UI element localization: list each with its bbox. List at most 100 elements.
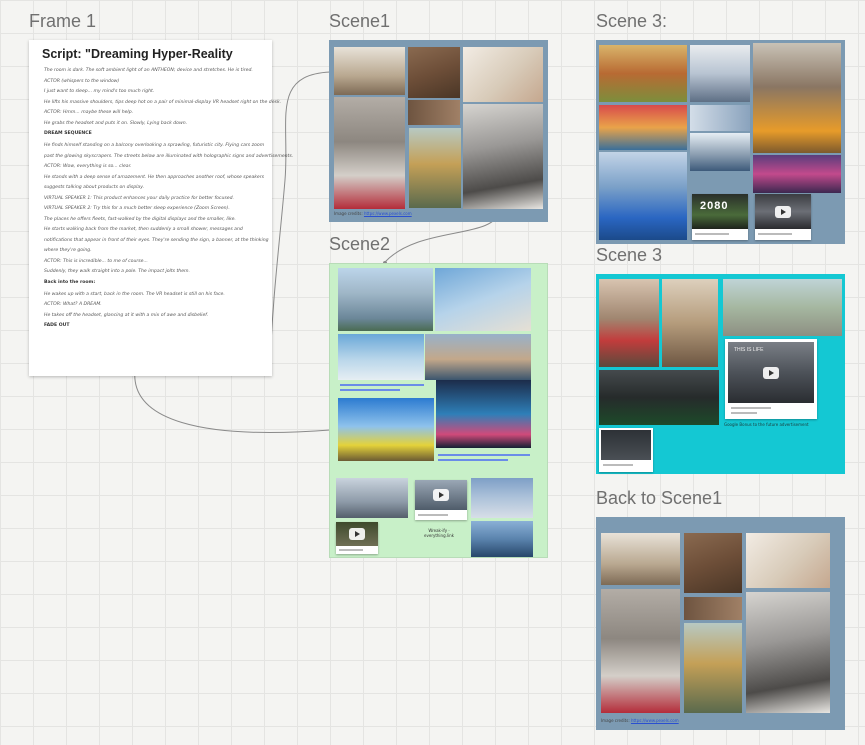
scene1-caption: Image credits: https://www.pexels.com xyxy=(334,211,412,216)
script-line: He starts walking back from the market, … xyxy=(44,227,243,232)
back-image-lamp-room[interactable] xyxy=(684,623,742,713)
scene3a-image-store-shelves[interactable] xyxy=(690,45,750,102)
script-line: notifications that appear in front of th… xyxy=(44,237,269,243)
script-line: FADE OUT xyxy=(44,323,70,328)
back-image-tv-cabinet[interactable] xyxy=(684,533,742,593)
scene2-image-city-night[interactable] xyxy=(471,521,533,557)
scene3a-video-thumb-2 xyxy=(755,194,811,229)
scene2-image-skyline[interactable] xyxy=(336,478,408,518)
script-line: where they're going. xyxy=(44,248,92,253)
script-line: He lifts his massive shoulders, tips dee… xyxy=(44,99,282,105)
back-image-man-sleeping[interactable] xyxy=(746,533,830,588)
scene1-image-woman-couch[interactable] xyxy=(334,97,405,209)
scene2-board[interactable]: Wreak-ify · everything.link xyxy=(329,263,548,558)
scene3b-image-ar-street[interactable] xyxy=(599,370,719,425)
connector-frame1-scene2[interactable] xyxy=(134,369,331,433)
video-title-2080: 2080 xyxy=(700,200,729,212)
back-caption-link[interactable]: https://www.pexels.com xyxy=(631,718,679,723)
script-line: VIRTUAL SPEAKER 2: Try this for a much b… xyxy=(44,206,230,211)
play-icon[interactable] xyxy=(775,205,791,218)
play-icon[interactable] xyxy=(433,489,449,501)
script-line: ACTOR: Hmm... maybe these will help. xyxy=(44,110,134,115)
connector-frame1-scene1[interactable] xyxy=(269,71,331,371)
scene3a-video-card-1[interactable]: 2080 xyxy=(692,194,748,240)
script-line: past the glowing skyscrapers. The street… xyxy=(44,153,294,159)
scene3b-video-card-2[interactable] xyxy=(599,428,653,472)
video-meta xyxy=(758,233,792,235)
scene1-image-window-room[interactable] xyxy=(334,47,405,95)
script-line: I just want to sleep... my mind's too mu… xyxy=(44,89,155,94)
script-line: Suddenly, they walk straight into a pole… xyxy=(44,269,190,274)
video-title-this-is-life: THIS IS LIFE xyxy=(734,347,764,353)
script-line: VIRTUAL SPEAKER 1: This product enhances… xyxy=(44,195,234,201)
scene1-caption-link[interactable]: https://www.pexels.com xyxy=(364,211,412,216)
play-icon[interactable] xyxy=(763,366,779,379)
scene3a-image-woman-cart[interactable] xyxy=(753,43,841,153)
script-line: He finds himself standing on a balcony o… xyxy=(44,143,265,148)
scene1-caption-prefix: Image credits: xyxy=(334,211,363,216)
scene2-link-1[interactable] xyxy=(340,384,424,386)
back-image-window-room[interactable] xyxy=(601,533,680,585)
back-board[interactable]: Image credits: https://www.pexels.com xyxy=(596,517,845,730)
back-image-woman-couch[interactable] xyxy=(601,589,680,713)
script-title: Script: "Dreaming Hyper-Reality xyxy=(42,47,233,61)
scene2-video-card-2[interactable] xyxy=(336,522,378,554)
script-line: He stands with a deep sense of amazement… xyxy=(44,174,265,180)
scene2-image-flying-car[interactable] xyxy=(338,334,424,380)
scene2-image-yellow-drone[interactable] xyxy=(338,398,434,461)
scene2-link-4[interactable] xyxy=(438,459,508,461)
scene2-image-drone[interactable] xyxy=(471,478,533,518)
scene3a-image-fruit-shelves[interactable] xyxy=(599,105,687,150)
script-line: He grabs the headset and puts it on. Slo… xyxy=(44,120,188,126)
script-line: The room is dark. The soft ambient light… xyxy=(44,68,253,73)
script-line: DREAM SEQUENCE xyxy=(44,131,92,136)
scene3a-image-cashier[interactable] xyxy=(690,133,750,171)
video-meta xyxy=(695,233,729,235)
scene3a-image-grocery-aisle[interactable] xyxy=(599,45,687,102)
scene3a-image-checkout[interactable] xyxy=(690,105,750,131)
script-line: ACTOR: What? A DREAM. xyxy=(44,302,102,307)
scene3b-image-dog-walk[interactable] xyxy=(723,279,842,336)
scene2-image-neon-city[interactable] xyxy=(436,380,531,448)
script-line: Back into the room: xyxy=(44,279,96,285)
video-meta xyxy=(418,514,448,516)
scene3b-video-thumb-2 xyxy=(601,430,651,460)
scene2-image-drones-sky[interactable] xyxy=(425,334,531,380)
scene3a-image-robot-aisle[interactable] xyxy=(599,152,687,240)
scene3b-image-street-sign[interactable] xyxy=(599,279,659,367)
scene3a-board[interactable]: 2080 xyxy=(596,40,845,244)
scene1-image-tv-cabinet[interactable] xyxy=(408,47,460,98)
scene2-link-2[interactable] xyxy=(340,389,400,391)
script-line: ACTOR: This is incredible... to me of co… xyxy=(44,258,148,264)
scene2-image-woman-drone[interactable] xyxy=(435,268,531,331)
play-icon[interactable] xyxy=(349,528,365,540)
scene2-video-card-1[interactable] xyxy=(415,480,467,520)
scene2-image-city-towers[interactable] xyxy=(338,268,433,331)
scene1-image-table[interactable] xyxy=(408,100,460,125)
scene1-image-vr-headset[interactable] xyxy=(463,104,543,209)
scene3b-board[interactable]: THIS IS LIFE Google Bonus to the future … xyxy=(596,274,845,474)
scene3b-video-card-1[interactable]: THIS IS LIFE xyxy=(725,339,817,419)
back-image-vr-headset[interactable] xyxy=(746,592,830,713)
back-caption-prefix: Image credits: xyxy=(601,718,630,723)
scene1-image-man-sleeping[interactable] xyxy=(463,47,543,102)
scene1-board[interactable]: Image credits: https://www.pexels.com xyxy=(329,40,548,222)
scene3a-video-card-2[interactable] xyxy=(755,194,811,240)
scene2-caption: Wreak-ify · everything.link xyxy=(424,528,454,538)
scene1-image-lamp-room[interactable] xyxy=(409,128,461,208)
script-document[interactable]: Script: "Dreaming Hyper-Reality The room… xyxy=(29,40,293,376)
video-meta xyxy=(731,407,771,409)
scene2-link-3[interactable] xyxy=(438,454,530,456)
scene3b-image-woman-phone[interactable] xyxy=(662,279,718,367)
scene3a-video-thumb-1: 2080 xyxy=(692,194,748,229)
scene3b-video-thumb-1: THIS IS LIFE xyxy=(728,342,814,403)
back-caption: Image credits: https://www.pexels.com xyxy=(601,718,679,723)
script-line: suggests talking about products on displ… xyxy=(44,185,145,190)
scene2-video-thumb-1 xyxy=(415,480,467,510)
script-line: ACTOR (whispers to the window) xyxy=(44,78,120,84)
scene3a-image-neon-store[interactable] xyxy=(753,155,841,193)
scene3b-caption: Google Bonus to the future advertisement xyxy=(724,422,809,427)
script-line: He wakes up with a start, back in the ro… xyxy=(44,291,225,297)
video-meta xyxy=(603,464,633,466)
back-image-table[interactable] xyxy=(684,597,742,620)
